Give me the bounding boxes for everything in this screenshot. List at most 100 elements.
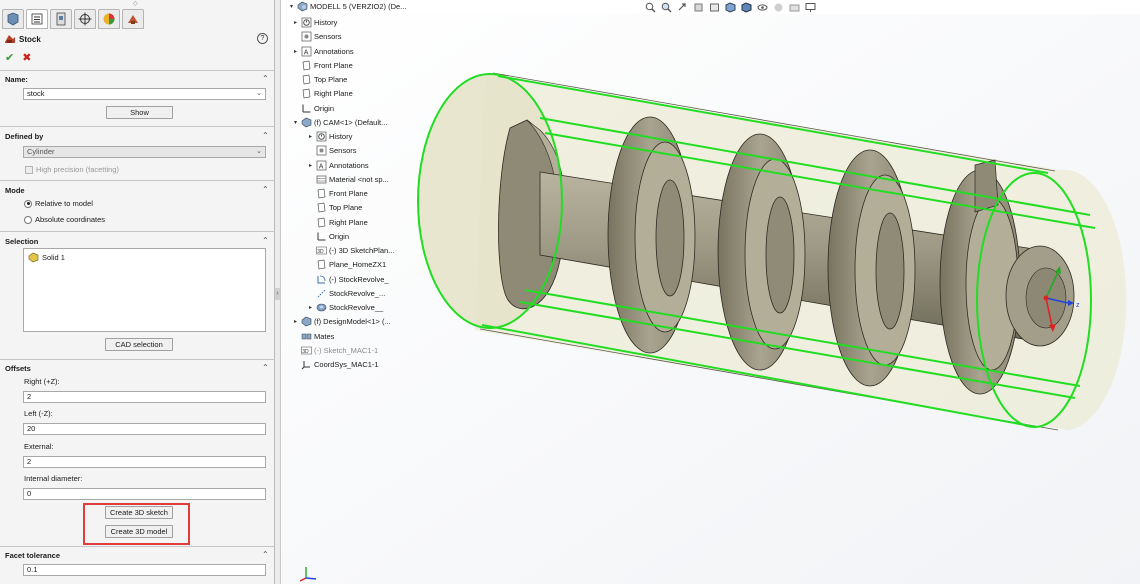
name-input[interactable]: stock ⌄ — [23, 88, 266, 100]
divider — [0, 180, 275, 181]
tree-item[interactable]: Origin — [292, 102, 334, 114]
coordsys-icon — [301, 359, 312, 370]
apply-scene-icon[interactable] — [789, 2, 800, 13]
reference-triad-icon — [299, 567, 317, 582]
tree-item[interactable]: Right Plane — [307, 216, 368, 228]
tree-item-label: (-) Sketch_MAC1-1 — [314, 345, 379, 355]
zoom-area-icon[interactable] — [661, 2, 672, 13]
create-3d-sketch-button[interactable]: Create 3D sketch — [105, 506, 173, 519]
left-offset-input[interactable]: 20 — [23, 423, 266, 435]
tree-item[interactable]: Front Plane — [292, 59, 353, 71]
splitter-handle[interactable]: › — [275, 288, 280, 300]
solid-body-icon — [28, 252, 39, 263]
view-orientation-icon[interactable] — [725, 1, 736, 13]
selection-collapse[interactable]: ⌃ — [262, 236, 269, 245]
expand-toggle[interactable]: ▸ — [292, 19, 299, 26]
view-settings-icon[interactable] — [805, 2, 816, 13]
tree-item[interactable]: Origin — [307, 230, 349, 242]
expand-toggle[interactable]: ▾ — [288, 3, 295, 10]
expand-toggle[interactable]: ▸ — [307, 162, 314, 169]
tree-root[interactable]: ▾ MODELL 5 (VERZIO2) (De... — [288, 0, 406, 12]
mode-collapse[interactable]: ⌃ — [262, 185, 269, 194]
tree-item[interactable]: ▸ StockRevolve__ — [307, 302, 383, 314]
high-precision-checkbox[interactable]: High precision (facetting) — [25, 165, 119, 174]
tab-property-manager[interactable] — [26, 9, 48, 29]
external-offset-input[interactable]: 2 — [23, 456, 266, 468]
sketch-icon — [316, 274, 327, 285]
plane-icon — [301, 60, 312, 71]
create-3d-model-button[interactable]: Create 3D model — [105, 525, 173, 538]
tree-item[interactable]: Front Plane — [307, 188, 368, 200]
internal-diameter-input[interactable]: 0 — [23, 488, 266, 500]
radio-button[interactable] — [24, 199, 32, 208]
dynamic-annotation-icon[interactable] — [709, 2, 720, 13]
tree-item-label: Origin — [329, 231, 350, 241]
absolute-coordinates-radio[interactable]: Absolute coordinates — [24, 215, 105, 224]
tree-item[interactable]: ▸ History — [307, 131, 352, 143]
panel-grip[interactable]: ◇ — [133, 0, 138, 7]
expand-toggle[interactable]: ▾ — [292, 119, 299, 126]
tree-item-label: Front Plane — [314, 60, 353, 70]
show-button[interactable]: Show — [106, 106, 173, 119]
tree-item[interactable]: Plane_HomeZX1 — [307, 259, 386, 271]
tab-feature-manager[interactable] — [2, 9, 24, 29]
facet-collapse[interactable]: ⌃ — [262, 550, 269, 559]
tree-item[interactable]: Top Plane — [292, 74, 347, 86]
tab-dimxpert[interactable] — [74, 9, 96, 29]
tree-item[interactable]: Sensors — [307, 145, 357, 157]
expand-toggle[interactable]: ▸ — [292, 318, 299, 325]
chevron-down-icon[interactable]: ⌄ — [256, 147, 262, 157]
tree-item[interactable]: ▸ A Annotations — [307, 159, 369, 171]
right-offset-input[interactable]: 2 — [23, 391, 266, 403]
zoom-to-fit-icon[interactable] — [645, 2, 656, 13]
tree-item[interactable]: Sensors — [292, 31, 342, 43]
expand-toggle[interactable]: ▸ — [292, 48, 299, 55]
offsets-collapse[interactable]: ⌃ — [262, 363, 269, 372]
panel-splitter[interactable]: › — [275, 0, 281, 584]
list-item[interactable]: Solid 1 — [28, 252, 65, 263]
dimxpert-icon — [78, 12, 92, 26]
tab-configuration-manager[interactable] — [50, 9, 72, 29]
radio-button[interactable] — [24, 215, 32, 224]
tree-item[interactable]: (-) StockRevolve_ — [307, 273, 389, 285]
tree-item[interactable]: Mates — [292, 330, 334, 342]
material-icon — [316, 174, 327, 185]
history-icon — [316, 131, 327, 142]
cancel-button[interactable]: ✖ — [22, 51, 31, 64]
hide-show-icon[interactable] — [757, 2, 768, 13]
display-style-icon[interactable] — [741, 1, 752, 13]
cad-selection-button[interactable]: CAD selection — [105, 338, 173, 351]
tree-item[interactable]: ▸ A Annotations — [292, 45, 354, 57]
tree-item[interactable]: 3D (-) 3D SketchPlan... — [307, 245, 394, 257]
tree-item[interactable]: 3D (-) Sketch_MAC1-1 — [292, 344, 378, 356]
defined-by-collapse[interactable]: ⌃ — [262, 131, 269, 140]
edit-appearance-icon[interactable] — [773, 2, 784, 13]
help-icon[interactable]: ? — [257, 33, 268, 44]
expand-toggle[interactable]: ▸ — [307, 133, 314, 140]
checkbox-box[interactable] — [25, 165, 33, 174]
tree-item[interactable]: Top Plane — [307, 202, 362, 214]
sketch-dots-icon — [316, 288, 327, 299]
tree-item[interactable]: StockRevolve_... — [307, 287, 385, 299]
tree-item[interactable]: Right Plane — [292, 88, 353, 100]
tree-item[interactable]: ▸ (f) DesignModel<1> (... — [292, 316, 391, 328]
name-group-collapse[interactable]: ⌃ — [262, 74, 269, 83]
defined-by-select[interactable]: Cylinder ⌄ — [23, 146, 266, 158]
previous-view-icon[interactable] — [677, 2, 688, 13]
tree-item[interactable]: CoordSys_MAC1-1 — [292, 359, 379, 371]
facet-tolerance-input[interactable]: 0.1 — [23, 564, 266, 576]
tree-item[interactable]: Material <not sp... — [307, 173, 389, 185]
tree-item[interactable]: ▸ History — [292, 17, 337, 29]
tab-cam-manager[interactable] — [122, 9, 144, 29]
tree-item[interactable]: ▾ (f) CAM<1> (Default... — [292, 116, 387, 128]
section-view-icon[interactable] — [693, 2, 704, 13]
chevron-down-icon[interactable]: ⌄ — [256, 89, 262, 99]
relative-to-model-radio[interactable]: Relative to model — [24, 199, 93, 208]
tab-display-manager[interactable] — [98, 9, 120, 29]
tree-item-label: Top Plane — [329, 203, 363, 213]
expand-toggle[interactable]: ▸ — [307, 304, 314, 311]
ok-button[interactable]: ✔ — [5, 51, 14, 64]
selection-list[interactable]: Solid 1 — [23, 248, 266, 332]
graphics-area[interactable]: z — [282, 14, 1140, 584]
manager-tabs — [2, 9, 144, 29]
